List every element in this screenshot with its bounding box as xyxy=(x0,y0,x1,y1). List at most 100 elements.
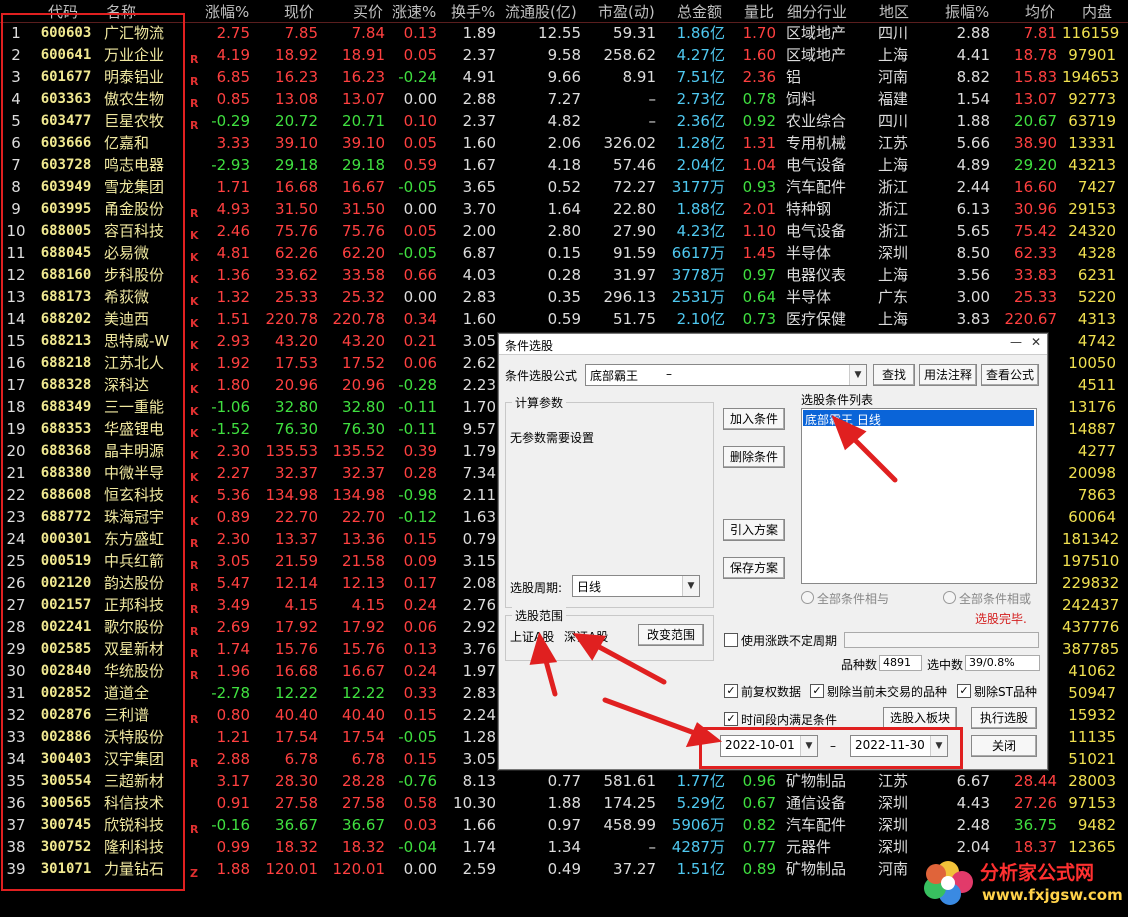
column-header[interactable]: 量比 xyxy=(744,1,774,22)
cell-inner: 15932 xyxy=(1068,706,1116,724)
cell-avg: 220.67 xyxy=(1004,310,1058,328)
cell-code: 603995 xyxy=(40,201,92,217)
radio-and[interactable] xyxy=(801,591,814,604)
cell-amp: 3.00 xyxy=(956,288,990,306)
column-header[interactable]: 总金额 xyxy=(677,1,722,22)
column-header[interactable]: 现价 xyxy=(284,1,314,22)
table-row[interactable]: 14 688202 美迪西 K 1.51 220.78 220.78 0.34 1.60 0.59… xyxy=(0,308,1128,330)
table-row[interactable]: 2 600641 万业企业 R 4.19 18.92 18.91 0.05 2.37 9.58 25… xyxy=(0,44,1128,66)
cell-bid: 12.13 xyxy=(342,574,385,592)
column-header[interactable]: 均价 xyxy=(1025,1,1055,22)
cell-idx: 14 xyxy=(6,310,26,328)
delete-condition-button[interactable]: 删除条件 xyxy=(723,446,785,468)
cell-code: 600641 xyxy=(40,47,92,63)
column-header[interactable]: 涨幅% xyxy=(205,1,249,22)
column-header[interactable]: 涨速% xyxy=(392,1,436,22)
close-icon[interactable]: ✕ xyxy=(1027,335,1045,353)
column-header[interactable]: 代码 xyxy=(48,1,78,22)
cell-bid: 18.91 xyxy=(342,46,385,64)
column-header[interactable]: 地区 xyxy=(879,1,909,22)
table-row[interactable]: 9 603995 甬金股份 R 4.93 31.50 31.50 0.00 3.70 1.64 22… xyxy=(0,198,1128,220)
period-field[interactable] xyxy=(844,632,1039,648)
condition-list[interactable]: 底部霸王 日线 xyxy=(801,408,1037,584)
cell-name: 甬金股份 xyxy=(104,200,165,218)
column-header[interactable]: 流通股(亿) xyxy=(505,1,577,22)
cell-vol: 1.45 xyxy=(742,244,776,262)
cell-name: 明泰铝业 xyxy=(104,68,165,86)
limit-period-checkbox[interactable] xyxy=(724,633,738,647)
count-field: 4891 xyxy=(879,655,922,671)
exclude-checkbox[interactable]: ✓ xyxy=(810,684,824,698)
column-header[interactable]: 细分行业 xyxy=(787,1,847,22)
table-row[interactable]: 10 688005 容百科技 K 2.46 75.76 75.76 0.05 2.00 2.80 2… xyxy=(0,220,1128,242)
cell-inner: 4511 xyxy=(1077,376,1116,394)
table-row[interactable]: 6 603666 亿嘉和 3.33 39.10 39.10 0.05 1.60 2.06 326.… xyxy=(0,132,1128,154)
column-header[interactable]: 市盈(动) xyxy=(598,1,655,22)
time-checkbox[interactable]: ✓ xyxy=(724,712,738,726)
cell-ind: 农业综合 xyxy=(786,112,847,130)
table-row[interactable]: 37 300745 欣锐科技 R -0.16 36.67 36.67 0.03 1.66 0.97… xyxy=(0,814,1128,836)
column-header[interactable]: 内盘 xyxy=(1082,1,1112,22)
amount-value: 1.77 xyxy=(676,772,710,790)
table-row[interactable]: 12 688160 步科股份 K 1.36 33.62 33.58 0.66 4.03 0.28 3… xyxy=(0,264,1128,286)
cell-speed: 0.21 xyxy=(403,332,437,350)
cell-amt: 1.88亿 xyxy=(663,199,725,219)
cell-idx: 6 xyxy=(11,134,21,152)
radio-or[interactable] xyxy=(943,591,956,604)
chevron-down-icon[interactable]: ▼ xyxy=(682,576,699,596)
table-row[interactable]: 8 603949 雪龙集团 1.71 16.68 16.67 -0.05 3.65 0.52 72… xyxy=(0,176,1128,198)
cell-vol: 0.73 xyxy=(742,310,776,328)
condition-item[interactable]: 底部霸王 日线 xyxy=(803,410,1034,427)
chevron-down-icon[interactable]: ▼ xyxy=(849,365,866,385)
chevron-down-icon[interactable]: ▼ xyxy=(800,736,817,756)
minimize-icon[interactable]: — xyxy=(1007,335,1025,353)
fq-checkbox[interactable]: ✓ xyxy=(724,684,738,698)
find-button[interactable]: 查找 xyxy=(873,364,915,386)
date-to-select[interactable]: 2022-11-30 ▼ xyxy=(850,735,948,757)
cell-reg: 四川 xyxy=(878,112,909,130)
usage-button[interactable]: 用法注释 xyxy=(919,364,977,386)
execute-button[interactable]: 执行选股 xyxy=(971,707,1037,729)
table-row[interactable]: 4 603363 傲农生物 R 0.85 13.08 13.07 0.00 2.88 7.27–2… xyxy=(0,88,1128,110)
st-label: 剔除ST品种 xyxy=(974,685,1037,699)
column-header[interactable]: 名称 xyxy=(106,1,136,22)
cell-chg: 0.80 xyxy=(216,706,250,724)
table-row[interactable]: 1 600603 广汇物流 2.75 7.85 7.84 0.13 1.89 12.55 59.3… xyxy=(0,22,1128,44)
add-condition-button[interactable]: 加入条件 xyxy=(723,408,785,430)
cell-float: 0.15 xyxy=(547,244,581,262)
column-header[interactable]: 振幅% xyxy=(945,1,989,22)
table-row[interactable]: 7 603728 鸣志电器 -2.93 29.18 29.18 0.59 1.67 4.18 57… xyxy=(0,154,1128,176)
table-row[interactable]: 36 300565 科信技术 0.91 27.58 27.58 0.58 10.30 1.88 1… xyxy=(0,792,1128,814)
cell-pe: 59.31 xyxy=(613,24,656,42)
period-select[interactable]: 日线 ▼ xyxy=(572,575,700,597)
cell-idx: 31 xyxy=(6,684,26,702)
import-plan-button[interactable]: 引入方案 xyxy=(723,519,785,541)
to-block-button[interactable]: 选股入板块 xyxy=(883,707,957,729)
change-range-button[interactable]: 改变范围 xyxy=(638,624,704,646)
st-checkbox[interactable]: ✓ xyxy=(957,684,971,698)
cell-avg: 18.78 xyxy=(1014,46,1057,64)
view-formula-button[interactable]: 查看公式 xyxy=(981,364,1039,386)
date-from-select[interactable]: 2022-10-01 ▼ xyxy=(720,735,818,757)
formula-select[interactable]: 底部霸王 – ▼ xyxy=(585,364,867,386)
save-plan-button[interactable]: 保存方案 xyxy=(723,557,785,579)
cell-pe: 326.02 xyxy=(603,134,657,152)
amount-unit: 亿 xyxy=(709,156,725,174)
cell-amt: 5.29亿 xyxy=(663,793,725,813)
chevron-down-icon[interactable]: ▼ xyxy=(930,736,947,756)
table-row[interactable]: 13 688173 希荻微 K 1.32 25.33 25.32 0.00 2.83 0.35 29… xyxy=(0,286,1128,308)
cell-avg: 16.60 xyxy=(1014,178,1057,196)
cell-speed: 0.10 xyxy=(403,112,437,130)
cell-bid: 43.20 xyxy=(342,332,385,350)
table-row[interactable]: 11 688045 必易微 K 4.81 62.26 62.20 -0.05 6.87 0.15 9… xyxy=(0,242,1128,264)
cell-amp: 2.88 xyxy=(956,24,990,42)
table-row[interactable]: 3 601677 明泰铝业 R 6.85 16.23 16.23 -0.24 4.91 9.66 8… xyxy=(0,66,1128,88)
column-header[interactable]: 换手% xyxy=(451,1,495,22)
table-row[interactable]: 5 603477 巨星农牧 R -0.29 20.72 20.71 0.10 2.37 4.82–… xyxy=(0,110,1128,132)
column-header[interactable]: 买价 xyxy=(353,1,383,22)
close-button[interactable]: 关闭 xyxy=(971,735,1037,757)
cell-chg: 1.96 xyxy=(216,662,250,680)
cell-turn: 1.60 xyxy=(462,310,496,328)
cell-price: 28.30 xyxy=(275,772,318,790)
table-row[interactable]: 35 300554 三超新材 3.17 28.30 28.28 -0.76 8.13 0.77 5… xyxy=(0,770,1128,792)
